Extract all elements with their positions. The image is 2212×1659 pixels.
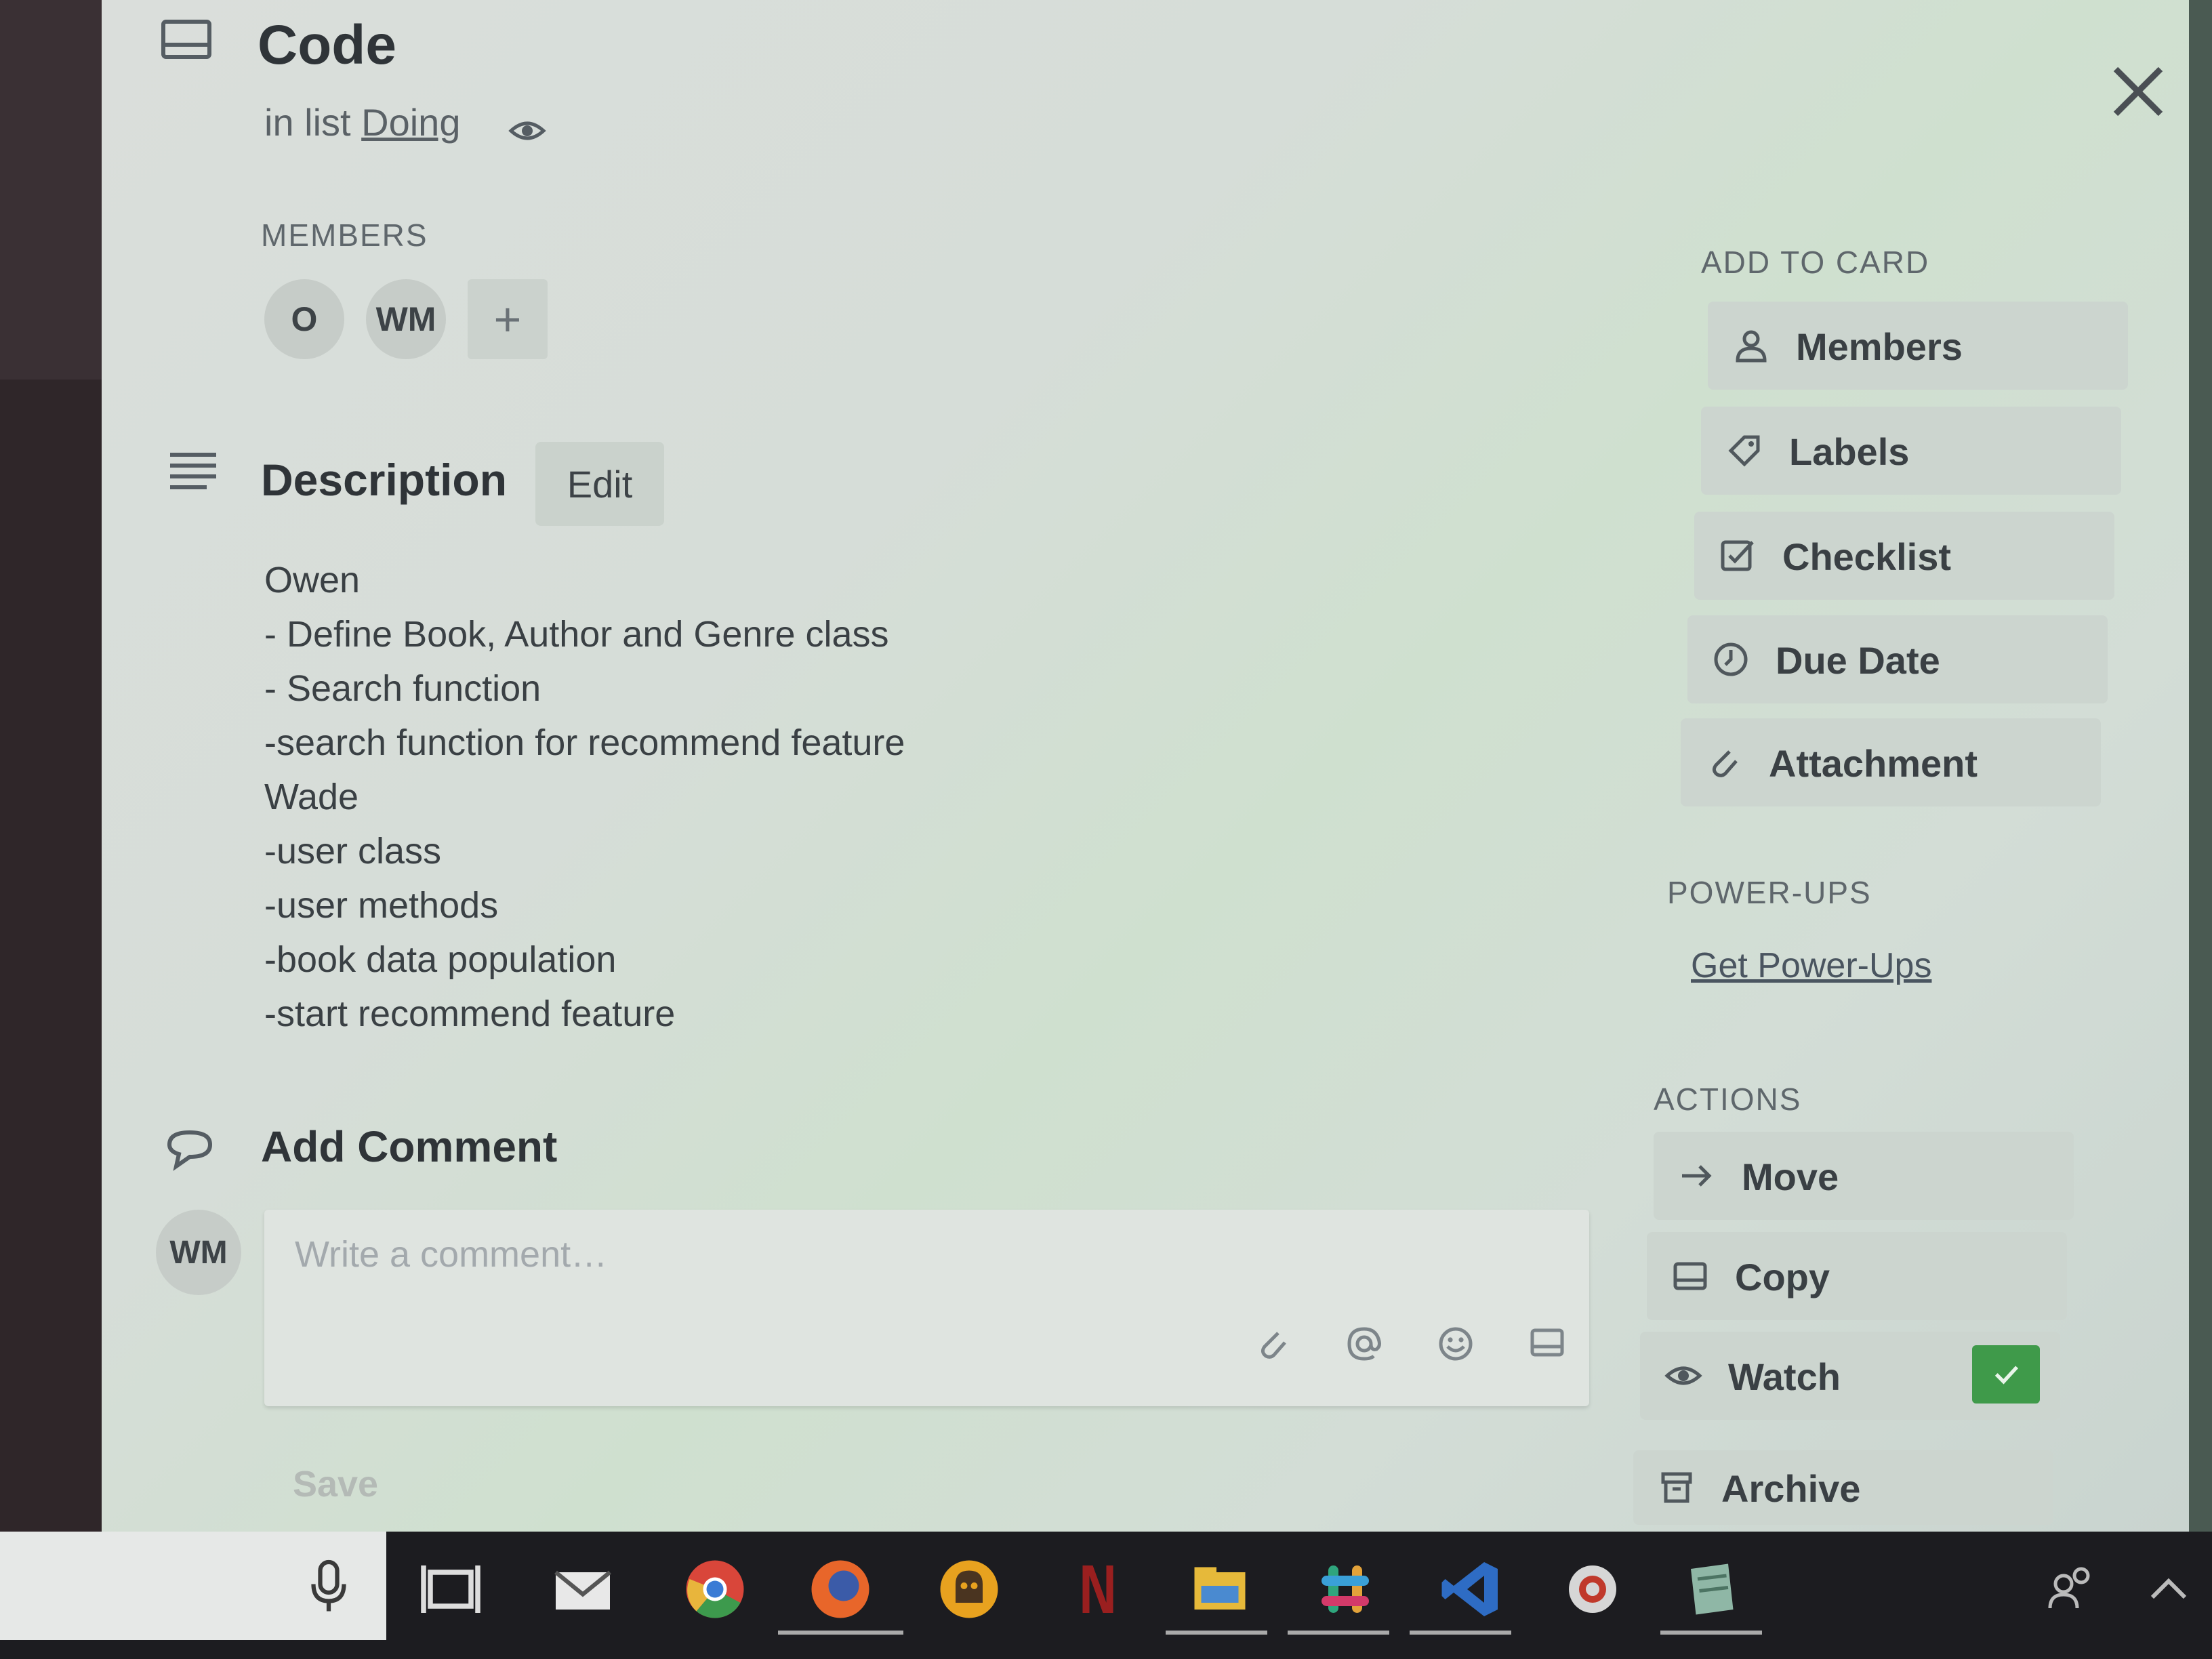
checklist-button[interactable]: Checklist — [1694, 512, 2114, 600]
description-line: -user methods — [264, 885, 499, 926]
active-indicator — [1660, 1631, 1762, 1635]
actions-label: ACTIONS — [1654, 1082, 1802, 1117]
copy-button-label: Copy — [1735, 1256, 1830, 1298]
description-line: -start recommend feature — [264, 994, 676, 1034]
arrow-right-icon — [1678, 1157, 1716, 1195]
description-line: -book data population — [264, 939, 617, 980]
move-button[interactable]: Move — [1654, 1132, 2074, 1220]
task-view-icon[interactable] — [417, 1555, 485, 1623]
archive-button-label: Archive — [1721, 1467, 1861, 1510]
paperclip-icon — [1705, 743, 1743, 781]
comment-input[interactable]: Write a comment… — [264, 1210, 1589, 1406]
in-list-prefix: in list — [264, 101, 351, 144]
description-line: Wade — [264, 777, 359, 817]
people-icon[interactable] — [2043, 1562, 2097, 1616]
due-date-button-label: Due Date — [1776, 639, 1940, 682]
description-title: Description — [261, 455, 508, 505]
watch-button[interactable]: Watch — [1640, 1332, 2060, 1420]
clock-icon — [1712, 640, 1750, 678]
card-detail-modal: Code in list Doing MEMBERS O WM + Descri… — [102, 0, 2189, 1532]
edit-description-button[interactable]: Edit — [535, 442, 664, 526]
member-avatar[interactable]: WM — [366, 279, 446, 359]
paperclip-icon[interactable] — [1254, 1325, 1292, 1363]
labels-button[interactable]: Labels — [1701, 407, 2121, 495]
active-indicator — [1410, 1631, 1511, 1635]
checklist-button-label: Checklist — [1782, 535, 1951, 578]
chrome-icon[interactable] — [681, 1555, 749, 1623]
close-button[interactable] — [2108, 61, 2169, 122]
card-title[interactable]: Code — [258, 14, 396, 77]
slack-icon[interactable] — [1311, 1555, 1379, 1623]
mail-icon[interactable] — [549, 1555, 617, 1623]
eye-icon — [1664, 1357, 1702, 1395]
ghostery-icon[interactable] — [935, 1555, 1003, 1623]
background-edge — [2189, 0, 2212, 1532]
description-line: - Search function — [264, 668, 541, 709]
card-link-icon[interactable] — [1528, 1325, 1566, 1363]
taskbar-search[interactable] — [0, 1532, 386, 1640]
visual-studio-icon[interactable] — [1437, 1555, 1504, 1623]
move-button-label: Move — [1742, 1155, 1839, 1198]
active-indicator — [1166, 1631, 1267, 1635]
netflix-icon[interactable] — [1061, 1555, 1128, 1623]
tag-icon — [1725, 432, 1763, 470]
mention-icon[interactable] — [1345, 1325, 1383, 1363]
add-to-card-label: ADD TO CARD — [1701, 245, 1930, 280]
archive-icon — [1658, 1469, 1696, 1507]
comment-placeholder: Write a comment… — [295, 1234, 608, 1275]
card-icon — [159, 17, 213, 64]
description-line: Owen — [264, 560, 361, 600]
add-member-button[interactable]: + — [468, 279, 548, 359]
due-date-button[interactable]: Due Date — [1687, 615, 2108, 703]
chevron-up-icon[interactable] — [2142, 1562, 2196, 1616]
active-indicator — [778, 1631, 903, 1635]
copy-button[interactable]: Copy — [1647, 1232, 2067, 1320]
list-link[interactable]: Doing — [361, 101, 460, 144]
archive-button[interactable]: Archive — [1633, 1450, 2053, 1525]
description-line: -user class — [264, 831, 442, 872]
watch-button-label: Watch — [1728, 1355, 1841, 1398]
firefox-icon[interactable] — [806, 1555, 874, 1623]
save-comment-button[interactable]: Save — [264, 1443, 407, 1525]
attachment-button-label: Attachment — [1769, 742, 1978, 785]
members-label: MEMBERS — [261, 218, 428, 253]
comment-icon — [163, 1125, 217, 1172]
active-indicator — [1288, 1631, 1389, 1635]
file-explorer-icon[interactable] — [1186, 1555, 1254, 1623]
card-icon — [1671, 1257, 1709, 1295]
get-power-ups-link[interactable]: Get Power-Ups — [1691, 945, 1931, 986]
power-ups-label: POWER-UPS — [1667, 875, 1872, 910]
description-line: - Define Book, Author and Genre class — [264, 614, 889, 655]
members-button[interactable]: Members — [1708, 302, 2128, 390]
member-avatar[interactable]: O — [264, 279, 344, 359]
add-comment-title: Add Comment — [261, 1122, 558, 1171]
checklist-icon — [1719, 537, 1757, 575]
eye-icon — [508, 112, 546, 150]
check-icon — [1972, 1345, 2040, 1404]
description-line: -search function for recommend feature — [264, 722, 905, 763]
labels-button-label: Labels — [1789, 430, 1910, 473]
in-list-text: in list Doing — [264, 100, 460, 144]
notepad-icon[interactable] — [1677, 1555, 1745, 1623]
record-icon[interactable] — [1559, 1555, 1626, 1623]
taskbar — [0, 1532, 2212, 1659]
members-button-label: Members — [1796, 325, 1963, 368]
attachment-button[interactable]: Attachment — [1681, 718, 2101, 806]
emoji-icon[interactable] — [1437, 1325, 1475, 1363]
microphone-icon[interactable] — [305, 1559, 352, 1613]
person-icon — [1732, 327, 1770, 365]
background-board — [0, 0, 102, 1532]
avatar: WM — [156, 1210, 241, 1295]
description-icon — [166, 447, 220, 495]
